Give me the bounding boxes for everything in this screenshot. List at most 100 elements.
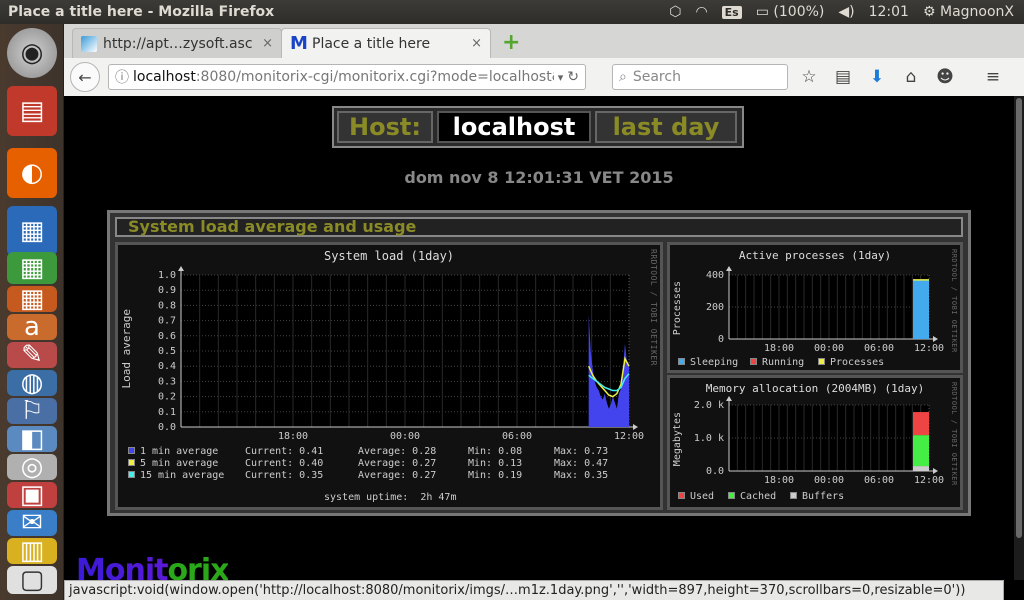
software-center-icon[interactable]: a <box>7 312 57 342</box>
x-tick-label: 18:00 <box>764 343 794 354</box>
legend-swatch <box>128 471 135 478</box>
app-icon-4[interactable]: ◧ <box>7 424 57 454</box>
legend-average: Average: 0.27 <box>358 458 437 469</box>
tab-close-icon[interactable]: × <box>262 36 273 51</box>
app-icon-8[interactable]: ▥ <box>7 536 57 566</box>
tab-favicon-icon <box>81 35 97 52</box>
firefox-icon[interactable]: ◐ <box>7 148 57 198</box>
app-icon-9[interactable]: ▢ <box>7 565 57 595</box>
y-axis-arrow <box>178 266 184 271</box>
legend-swatch <box>128 459 135 466</box>
y-tick-label: 0.2 <box>158 392 176 403</box>
home-icon[interactable]: ⌂ <box>898 64 924 90</box>
menu-icon[interactable]: ≡ <box>980 64 1006 90</box>
impress-icon[interactable]: ▦ <box>7 284 57 314</box>
gear-icon: ⚙ <box>922 4 936 20</box>
y-tick-label: 0.0 <box>706 466 724 477</box>
tab-monitorix[interactable]: M Place a title here × <box>281 28 491 58</box>
system-load-graph[interactable]: System load (1day) RRDTOOL / TOBI OETIKE… <box>115 242 663 510</box>
calc-icon[interactable]: ▦ <box>7 252 57 284</box>
cached-bar <box>913 435 929 467</box>
host-label: Host: <box>337 111 433 143</box>
legend-swatch <box>818 358 825 365</box>
files-icon[interactable]: ▤ <box>7 86 57 136</box>
app-icon-5[interactable]: ◎ <box>7 452 57 482</box>
y-tick-label: 0.6 <box>158 331 176 342</box>
legend-swatch <box>678 492 685 499</box>
legend-label: Cached <box>740 491 777 502</box>
monitorix-favicon-icon: M <box>290 32 308 54</box>
x-axis-arrow <box>933 336 938 342</box>
legend-item: Cached <box>728 491 776 502</box>
volume-icon[interactable]: ◀) <box>838 4 854 20</box>
legend-swatch <box>750 358 757 365</box>
y-tick-label: 0.5 <box>158 346 176 357</box>
status-bar: javascript:void(window.open('http://loca… <box>64 580 1004 600</box>
x-axis-arrow <box>633 424 638 430</box>
window-title: Place a title here - Mozilla Firefox <box>8 4 275 20</box>
buffers-bar <box>913 466 929 471</box>
y-tick-label: 2.0 k <box>694 400 724 411</box>
new-tab-button[interactable]: + <box>502 31 526 55</box>
y-tick-label: 400 <box>706 270 724 281</box>
x-tick-label: 00:00 <box>814 475 844 486</box>
scrollbar-thumb[interactable] <box>1016 98 1022 538</box>
launcher: ◉ ▤ ◐ ▦ ▦ ▦ a ✎ ◍ ⚐ ◧ ◎ ▣ ✉ ▥ ▢ <box>0 24 64 600</box>
page-content: Host: localhost last day dom nov 8 12:01… <box>64 96 1014 580</box>
session-menu[interactable]: ⚙ MagnoonX <box>923 4 1014 20</box>
reload-icon[interactable]: ↻ <box>567 69 579 85</box>
legend-average: Average: 0.27 <box>358 470 437 481</box>
chat-icon[interactable]: ☻ <box>932 64 958 90</box>
page-scrollbar[interactable] <box>1014 96 1024 580</box>
bookmark-star-icon[interactable]: ☆ <box>796 64 822 90</box>
monitorix-logo[interactable]: Monitorix <box>76 553 229 580</box>
x-tick-label: 12:00 <box>914 475 944 486</box>
tab-apt-key[interactable]: http://apt…zysoft.asc × <box>72 28 282 58</box>
search-icon: ⌕ <box>619 69 627 85</box>
legend-swatch <box>678 358 685 365</box>
wifi-icon[interactable]: ◠ <box>695 4 707 20</box>
app-icon-6[interactable]: ▣ <box>7 480 57 510</box>
search-input[interactable]: ⌕ Search <box>612 64 788 90</box>
x-tick-label: 12:00 <box>914 343 944 354</box>
reading-list-icon[interactable]: ▤ <box>830 64 856 90</box>
browser-chrome: http://apt…zysoft.asc × M Place a title … <box>64 24 1024 96</box>
legend-max: Max: 0.35 <box>554 470 609 481</box>
writer-icon[interactable]: ▦ <box>7 206 57 256</box>
legend-min: Min: 0.19 <box>468 470 523 481</box>
legend-name: 15 min average <box>140 470 225 481</box>
legend-current: Current: 0.41 <box>245 446 324 457</box>
top-panel: Place a title here - Mozilla Firefox ⬡ ◠… <box>0 0 1024 24</box>
app-icon-1[interactable]: ✎ <box>7 340 57 370</box>
legend-current: Current: 0.40 <box>245 458 324 469</box>
active-processes-graph[interactable]: Active processes (1day) RRDTOOL / TOBI O… <box>667 242 963 373</box>
legend-name: 5 min average <box>140 458 219 469</box>
y-tick-label: 200 <box>706 302 724 313</box>
app-icon-2[interactable]: ◍ <box>7 368 57 398</box>
dropdown-icon[interactable]: ▾ <box>558 71 564 84</box>
legend-row: 15 min average Current: 0.35 Average: 0.27… <box>128 470 624 481</box>
tab-close-icon[interactable]: × <box>471 36 482 51</box>
ubuntu-dash-icon[interactable]: ◉ <box>7 28 57 78</box>
host-value: localhost <box>437 111 591 143</box>
y-tick-label: 1.0 k <box>694 433 724 444</box>
downloads-icon[interactable]: ⬇ <box>864 64 890 90</box>
x-tick-label: 00:00 <box>814 343 844 354</box>
app-icon-3[interactable]: ⚐ <box>7 396 57 426</box>
legend-label: Sleeping <box>690 357 739 368</box>
x-tick-label: 18:00 <box>278 431 308 442</box>
y-tick-label: 0.4 <box>158 361 176 372</box>
dropbox-icon[interactable]: ⬡ <box>669 4 681 20</box>
keyboard-layout[interactable]: Es <box>721 5 742 19</box>
site-info-icon[interactable]: ⓘ <box>115 67 129 87</box>
legend-swatch <box>790 492 797 499</box>
back-button[interactable]: ← <box>70 62 100 92</box>
memory-allocation-graph[interactable]: Memory allocation (2004MB) (1day) RRDTOO… <box>667 375 963 510</box>
url-bar[interactable]: ⓘ localhost:8080/monitorix-cgi/monitorix… <box>108 64 586 90</box>
battery-indicator[interactable]: ▭ (100%) <box>756 4 825 20</box>
clock[interactable]: 12:01 <box>869 4 909 20</box>
app-icon-7[interactable]: ✉ <box>7 508 57 538</box>
search-placeholder: Search <box>632 69 681 85</box>
legend-item: Running <box>750 357 804 368</box>
y-axis-arrow <box>726 396 732 401</box>
